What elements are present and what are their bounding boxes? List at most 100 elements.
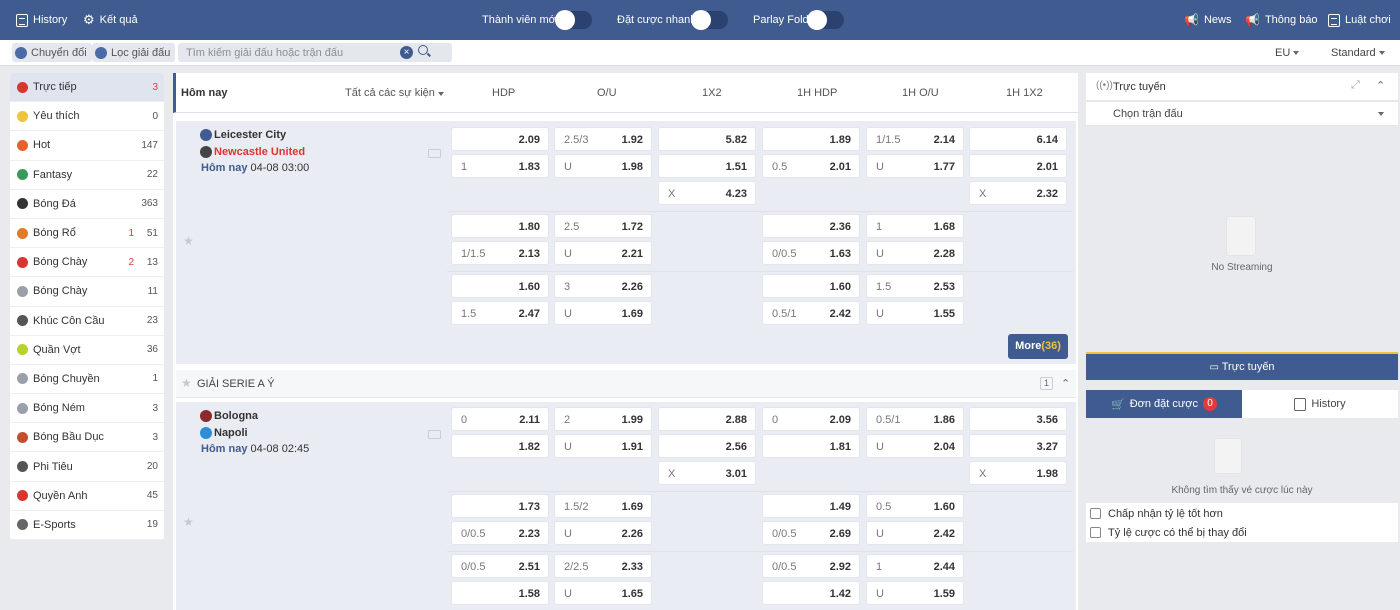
convert-button[interactable]: Chuyển đổi — [12, 43, 92, 62]
odds-cell[interactable]: U 2.21 — [554, 241, 652, 265]
odds-cell[interactable]: 0.5/1 2.42 — [762, 301, 860, 325]
odds-cell[interactable]: 1.5/2 1.69 — [554, 494, 652, 518]
odds-cell[interactable]: 0/0.5 2.51 — [451, 554, 549, 578]
odds-cell[interactable]: U 1.55 — [866, 301, 964, 325]
odds-cell[interactable]: 2.5 1.72 — [554, 214, 652, 238]
odds-cell[interactable]: 1 2.44 — [866, 554, 964, 578]
odds-cell[interactable]: 0.5 1.60 — [866, 494, 964, 518]
star-icon[interactable]: ★ — [183, 515, 194, 529]
sidebar-item[interactable]: Bóng Chuyền 1 — [10, 365, 164, 395]
odds-cell[interactable]: 1.58 — [451, 581, 549, 605]
view-mode-select[interactable]: Standard — [1331, 40, 1385, 66]
history-tab[interactable]: History — [1242, 390, 1398, 418]
odds-cell[interactable]: U 2.28 — [866, 241, 964, 265]
sidebar-item[interactable]: Quần Vợt 36 — [10, 336, 164, 365]
tv-icon[interactable] — [428, 149, 441, 158]
odds-may-change-option[interactable]: Tỷ lệ cược có thể bị thay đổi — [1086, 523, 1398, 542]
away-team[interactable]: Newcastle United — [214, 146, 305, 158]
results-link[interactable]: ⚙ Kết quả — [83, 0, 138, 40]
clear-search-icon[interactable]: × — [400, 46, 413, 59]
chevron-up-icon[interactable]: ⌃ — [1061, 377, 1070, 390]
checkbox[interactable] — [1090, 508, 1101, 519]
odds-cell[interactable]: 1/1.5 2.13 — [451, 241, 549, 265]
notice-link[interactable]: 📢 Thông báo — [1245, 0, 1318, 40]
tv-icon[interactable] — [428, 430, 441, 439]
odds-cell[interactable]: X 3.01 — [658, 461, 756, 485]
search-icon[interactable] — [418, 45, 428, 55]
sidebar-item[interactable]: Bóng Đá 363 — [10, 189, 164, 219]
odds-cell[interactable]: 2 1.99 — [554, 407, 652, 431]
odds-cell[interactable]: U 2.42 — [866, 521, 964, 545]
odds-cell[interactable]: 1 1.68 — [866, 214, 964, 238]
betslip-tab[interactable]: 🛒 Đơn đặt cược 0 — [1086, 390, 1242, 418]
odds-cell[interactable]: 2.56 — [658, 434, 756, 458]
odds-cell[interactable]: 6.14 — [969, 127, 1067, 151]
odds-cell[interactable]: 1.49 — [762, 494, 860, 518]
odds-cell[interactable]: U 1.65 — [554, 581, 652, 605]
odds-cell[interactable]: 2/2.5 2.33 — [554, 554, 652, 578]
sidebar-item[interactable]: Bóng Chày 11 — [10, 277, 164, 307]
odds-cell[interactable]: 0/0.5 2.92 — [762, 554, 860, 578]
sidebar-item[interactable]: Hot 147 — [10, 131, 164, 161]
checkbox[interactable] — [1090, 527, 1101, 538]
expand-icon[interactable]: ⤢ — [1351, 79, 1360, 92]
sidebar-item[interactable]: Bóng Rổ 1 51 — [10, 219, 164, 249]
odds-cell[interactable]: X 1.98 — [969, 461, 1067, 485]
odds-cell[interactable]: 1.89 — [762, 127, 860, 151]
odds-cell[interactable]: 0/0.5 2.23 — [451, 521, 549, 545]
parlay-fold-toggle[interactable] — [807, 10, 844, 30]
league-filter-button[interactable]: Lọc giải đấu — [92, 43, 176, 62]
odds-cell[interactable]: 2.88 — [658, 407, 756, 431]
odds-cell[interactable]: 1.51 — [658, 154, 756, 178]
history-link[interactable]: History — [16, 0, 67, 40]
odds-cell[interactable]: U 1.69 — [554, 301, 652, 325]
home-team[interactable]: Leicester City — [214, 129, 286, 141]
odds-cell[interactable]: 1.80 — [451, 214, 549, 238]
home-team[interactable]: Bologna — [214, 410, 258, 422]
odds-cell[interactable]: 5.82 — [658, 127, 756, 151]
odds-cell[interactable]: U 2.04 — [866, 434, 964, 458]
sidebar-item[interactable]: E-Sports 19 — [10, 511, 164, 540]
more-markets-button[interactable]: More(36) — [1008, 334, 1068, 359]
odds-cell[interactable]: U 1.77 — [866, 154, 964, 178]
sidebar-item[interactable]: Yêu thích 0 — [10, 102, 164, 132]
quick-bet-toggle[interactable] — [691, 10, 728, 30]
odds-cell[interactable]: 0/0.5 1.63 — [762, 241, 860, 265]
sidebar-item[interactable]: Phi Tiêu 20 — [10, 452, 164, 482]
star-icon[interactable]: ★ — [183, 234, 194, 248]
odds-format-select[interactable]: EU — [1275, 40, 1300, 66]
odds-cell[interactable]: 1.82 — [451, 434, 549, 458]
odds-cell[interactable]: U 1.98 — [554, 154, 652, 178]
odds-cell[interactable]: X 2.32 — [969, 181, 1067, 205]
match-select[interactable]: Chọn trận đấu — [1086, 102, 1398, 126]
odds-cell[interactable]: 1.5 2.53 — [866, 274, 964, 298]
sidebar-item[interactable]: Bóng Chày 2 13 — [10, 248, 164, 278]
rules-link[interactable]: Luật chơi — [1328, 0, 1391, 40]
event-filter-select[interactable]: Tất cả các sự kiện — [345, 73, 444, 113]
odds-cell[interactable]: 2.01 — [969, 154, 1067, 178]
sidebar-item[interactable]: Quyền Anh 45 — [10, 482, 164, 511]
odds-cell[interactable]: 0/0.5 2.69 — [762, 521, 860, 545]
odds-cell[interactable]: 0 2.09 — [762, 407, 860, 431]
odds-cell[interactable]: 0.5 2.01 — [762, 154, 860, 178]
away-team[interactable]: Napoli — [214, 427, 248, 439]
odds-cell[interactable]: 1.42 — [762, 581, 860, 605]
odds-cell[interactable]: U 1.59 — [866, 581, 964, 605]
odds-cell[interactable]: 1.5 2.47 — [451, 301, 549, 325]
odds-cell[interactable]: 2.36 — [762, 214, 860, 238]
odds-cell[interactable]: U 2.26 — [554, 521, 652, 545]
odds-cell[interactable]: 1.81 — [762, 434, 860, 458]
new-member-toggle[interactable] — [555, 10, 592, 30]
odds-cell[interactable]: 2.09 — [451, 127, 549, 151]
odds-cell[interactable]: 1.73 — [451, 494, 549, 518]
sidebar-item[interactable]: Bóng Bầu Dục 3 — [10, 423, 164, 453]
odds-cell[interactable]: 1.60 — [762, 274, 860, 298]
odds-cell[interactable]: 3 2.26 — [554, 274, 652, 298]
sidebar-item[interactable]: Khúc Côn Cầu 23 — [10, 307, 164, 336]
odds-cell[interactable]: 3.27 — [969, 434, 1067, 458]
odds-cell[interactable]: 2.5/3 1.92 — [554, 127, 652, 151]
odds-cell[interactable]: U 1.91 — [554, 434, 652, 458]
odds-cell[interactable]: X 4.23 — [658, 181, 756, 205]
odds-cell[interactable]: 0.5/1 1.86 — [866, 407, 964, 431]
odds-cell[interactable]: 1 1.83 — [451, 154, 549, 178]
